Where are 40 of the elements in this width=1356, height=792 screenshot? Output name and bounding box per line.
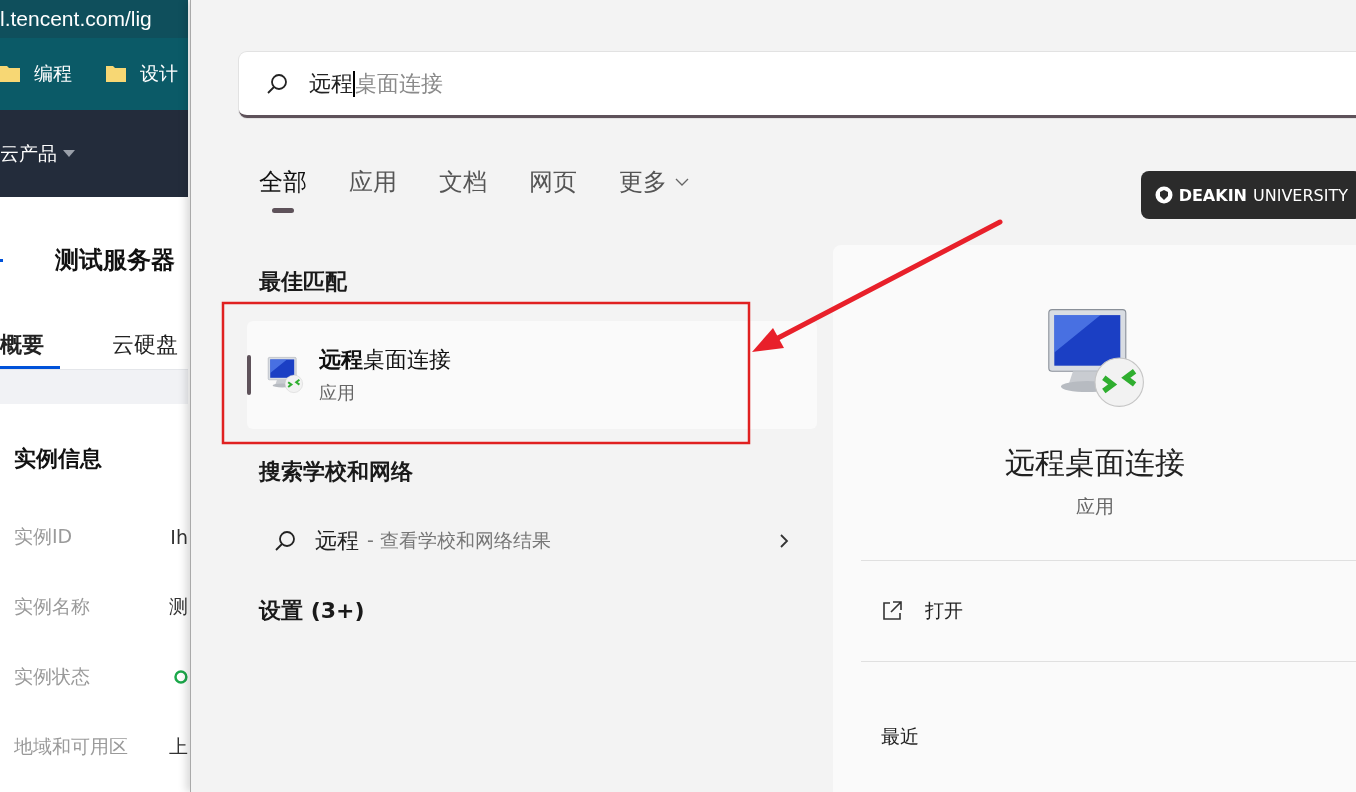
field-label: 地域和可用区 [14, 734, 129, 759]
app-title: 远程桌面连接 [1004, 444, 1185, 482]
section-heading: 搜索学校和网络 [257, 458, 414, 486]
field-value: Ih [170, 526, 188, 548]
open-action[interactable]: 打开 [833, 561, 1356, 661]
chevron-icon [779, 533, 789, 549]
section-heading: 设置 (3+) [257, 597, 366, 625]
folder-icon [106, 64, 126, 84]
web-result-item[interactable]: 远程 - 查看学校和网络结果 [247, 506, 817, 576]
filter-tab[interactable]: 更多 [619, 166, 689, 198]
university-badge[interactable]: DEAKIN UNIVERSITY [1140, 171, 1356, 219]
field-label: 实例ID [14, 524, 74, 549]
field-label: 实例名称 [14, 594, 91, 619]
section-title: 实例信息 [13, 445, 103, 473]
nav-menu[interactable]: 云产品 [0, 140, 57, 167]
bookmark-link[interactable]: 编程 [34, 61, 72, 87]
filter-tab[interactable]: 文档 [439, 166, 487, 198]
best-match-item[interactable]: 远程桌面连接 应用 [247, 321, 817, 429]
filter-tab[interactable]: 网页 [529, 166, 577, 198]
filter-tab[interactable]: 应用 [349, 166, 397, 198]
search-field[interactable]: 远程桌面连接 [239, 52, 1356, 118]
field-value: 测 [169, 594, 188, 619]
filter-tab[interactable]: 全部 [259, 166, 307, 213]
address-bar[interactable]: l.tencent.com/lig [0, 0, 188, 38]
tab[interactable]: 云硬盘 [112, 325, 178, 369]
open-external-icon [881, 600, 903, 622]
search-icon [265, 71, 289, 96]
app-type: 应用 [1075, 494, 1114, 519]
status-icon [174, 670, 188, 684]
field-label: 实例状态 [14, 664, 91, 689]
accent-mark [0, 258, 3, 262]
recent-heading: 最近 [880, 724, 919, 749]
field-value: 上 [169, 734, 188, 759]
section-heading: 最佳匹配 [258, 268, 348, 296]
remote-desktop-icon [265, 355, 305, 395]
page-title: 测试服务器 [55, 245, 175, 276]
bookmark-link[interactable]: 设计 [140, 61, 178, 87]
search-icon [273, 529, 297, 553]
caret-icon [63, 149, 75, 158]
folder-icon [0, 64, 20, 84]
